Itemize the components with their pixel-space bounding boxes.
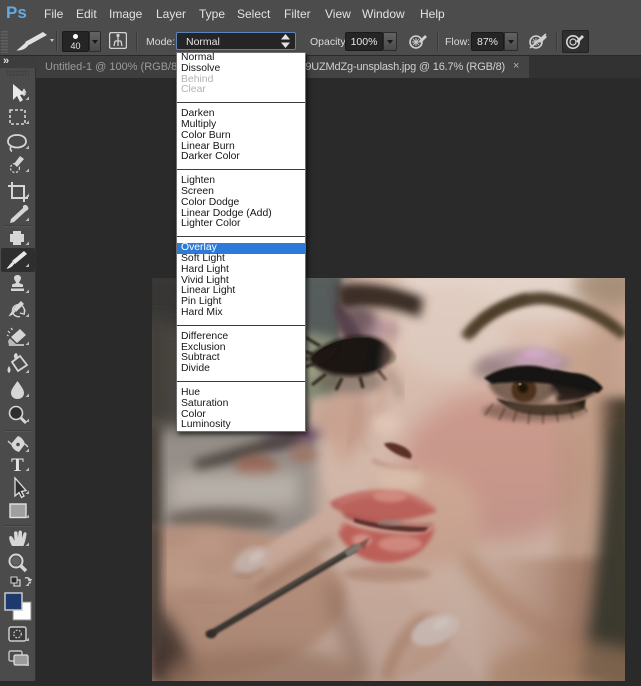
svg-text:T: T: [11, 455, 24, 476]
